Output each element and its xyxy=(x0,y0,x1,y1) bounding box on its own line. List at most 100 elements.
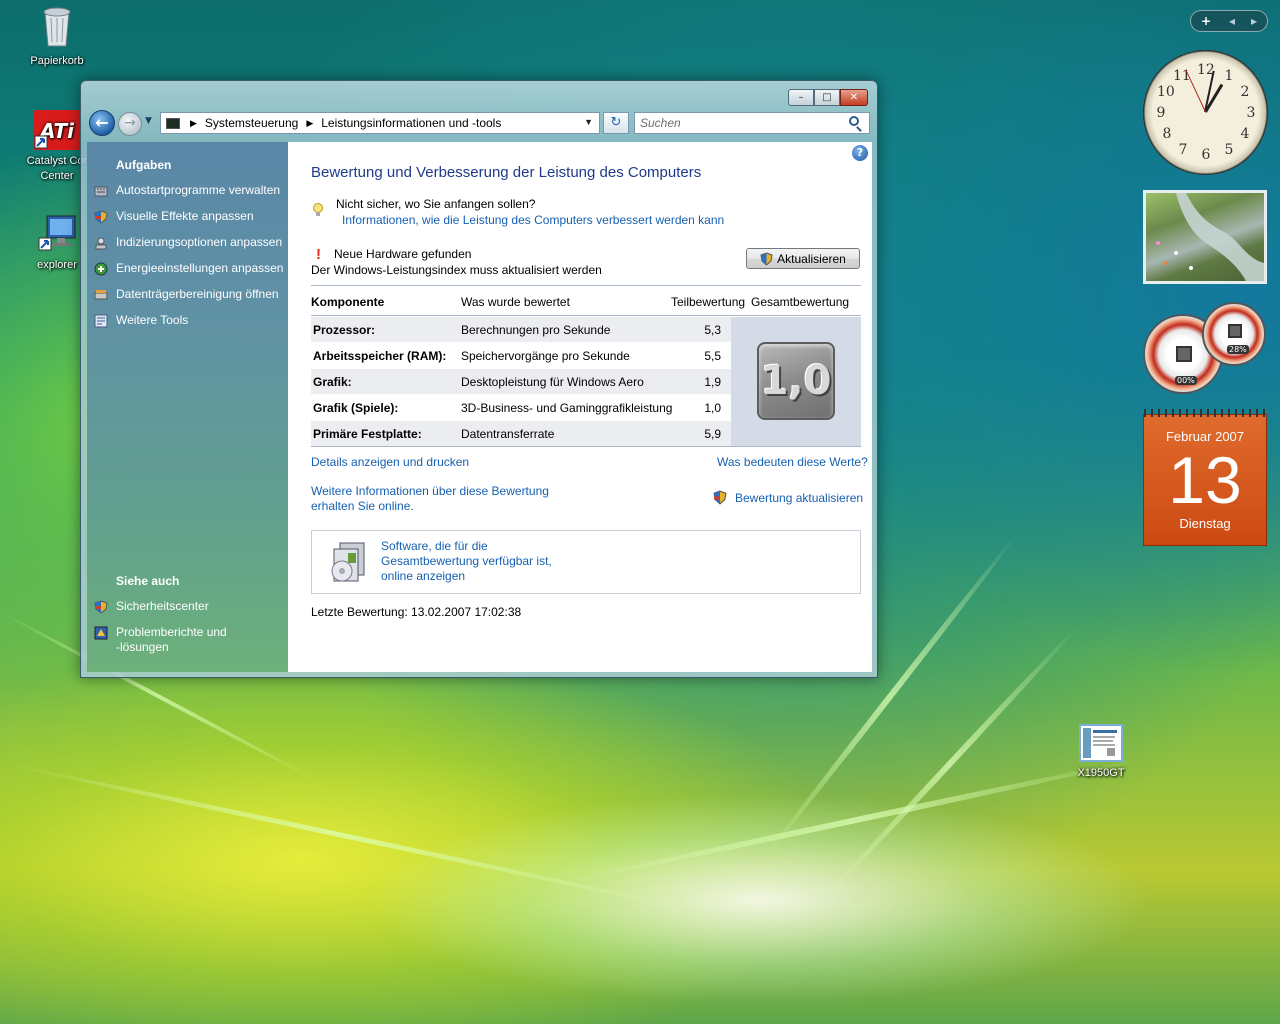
sidebar-item-label: Autostartprogramme verwalten xyxy=(116,183,281,197)
sidebar-item-security-center[interactable]: Sicherheitscenter xyxy=(94,599,289,614)
desktop-icon-label: X1950GT xyxy=(1077,767,1125,779)
component-name: Arbeitsspeicher (RAM): xyxy=(313,348,447,363)
component-name: Prozessor: xyxy=(313,322,376,337)
details-print-link[interactable]: Details anzeigen und drucken xyxy=(311,455,469,469)
sidebar-item-disk-cleanup[interactable]: Datenträgerbereinigung öffnen xyxy=(94,287,289,302)
ram-meter-gadget[interactable]: 28% xyxy=(1202,302,1266,366)
ram-chip-icon xyxy=(1228,324,1242,338)
address-bar[interactable]: ▶ Systemsteuerung ▶ Leistungsinformation… xyxy=(160,112,600,134)
address-dropdown-icon[interactable]: ▼ xyxy=(584,117,593,127)
subscore: 5,5 xyxy=(704,348,721,363)
calendar-weekday: Dienstag xyxy=(1179,516,1231,531)
sidebar-item-autostart[interactable]: Autostartprogramme verwalten xyxy=(94,183,289,198)
ati-logo-icon: ATi xyxy=(34,110,80,150)
clock-numeral: 6 xyxy=(1201,147,1211,163)
ram-usage-value: 28% xyxy=(1227,345,1249,354)
breadcrumb-systemsteuerung[interactable]: Systemsteuerung xyxy=(205,116,298,130)
component-name: Grafik: xyxy=(313,374,352,389)
sidebar-item-more-tools[interactable]: Weitere Tools xyxy=(94,313,289,328)
desktop-icon-label: Papierkorb xyxy=(30,55,84,67)
clock-numeral: 4 xyxy=(1240,126,1250,142)
see-also-heading: Siehe auch xyxy=(116,574,180,588)
sidebar-item-label: Weitere Tools xyxy=(116,313,189,327)
cpu-chip-icon xyxy=(1176,346,1192,362)
recent-pages-dropdown[interactable]: ▼ xyxy=(145,116,152,126)
add-gadget-button[interactable]: + xyxy=(1191,14,1221,28)
clock-numeral: 2 xyxy=(1240,84,1250,100)
table-row: Grafik (Spiele): 3D-Business- und Gaming… xyxy=(311,395,731,421)
rated-description: Berechnungen pro Sekunde xyxy=(461,322,611,337)
hardware-notice: Neue Hardware gefunden xyxy=(334,247,472,261)
performance-window: – □ ✕ ← → ▼ ▶ Systemsteuerung ▶ Leistung… xyxy=(80,80,878,678)
uac-shield-icon xyxy=(760,251,773,266)
control-panel-icon xyxy=(166,117,180,129)
component-name: Primäre Festplatte: xyxy=(313,426,422,441)
column-header-component: Komponente xyxy=(311,295,385,309)
last-rating-timestamp: Letzte Bewertung: 13.02.2007 17:02:38 xyxy=(311,605,522,619)
clock-numeral: 8 xyxy=(1162,126,1172,142)
rated-description: Speichervorgänge pro Sekunde xyxy=(461,348,630,363)
update-button[interactable]: Aktualisieren xyxy=(746,248,860,269)
sidebar-gadget-toolbar: + ◂ ▸ xyxy=(1190,10,1268,32)
disk-cleanup-icon xyxy=(94,290,108,300)
breadcrumb-separator-icon[interactable]: ▶ xyxy=(306,118,313,129)
hint-question: Nicht sicher, wo Sie anfangen sollen? xyxy=(336,197,536,211)
breadcrumb-separator-icon[interactable]: ▶ xyxy=(190,118,197,129)
rated-description: 3D-Business- und Gaminggrafikleistung xyxy=(461,400,673,415)
sidebar-item-label: Problemberichte und -lösungen xyxy=(116,625,227,654)
table-row: Arbeitsspeicher (RAM): Speichervorgänge … xyxy=(311,343,731,369)
sidebar-item-power[interactable]: Energieeinstellungen anpassen xyxy=(94,261,289,276)
column-header-subscore: Teilbewertung xyxy=(671,295,746,309)
update-button-label: Aktualisieren xyxy=(777,251,846,266)
computer-icon xyxy=(33,214,81,254)
close-button[interactable]: ✕ xyxy=(840,89,868,106)
minimize-button[interactable]: – xyxy=(788,89,814,106)
tools-icon xyxy=(94,314,108,328)
refresh-button[interactable]: ↻ xyxy=(603,112,629,134)
indexing-icon xyxy=(95,237,107,250)
lightbulb-icon xyxy=(313,203,323,216)
calendar-month: Februar 2007 xyxy=(1165,429,1245,444)
calendar-gadget[interactable]: Februar 2007 13 Dienstag xyxy=(1143,409,1268,546)
sidebar-item-problem-reports[interactable]: Problemberichte und -lösungen xyxy=(94,625,289,655)
column-header-basescore: Gesamtbewertung xyxy=(751,295,850,309)
software-box-icon xyxy=(331,542,365,582)
improve-performance-link[interactable]: Informationen, wie die Leistung des Comp… xyxy=(342,213,724,227)
clock-gadget[interactable]: 12 1 2 3 4 5 6 7 8 9 10 11 xyxy=(1143,50,1268,175)
sidebar-item-visual-effects[interactable]: Visuelle Effekte anpassen xyxy=(94,209,289,224)
back-button[interactable]: ← xyxy=(89,110,115,136)
base-score-panel: 1,0 xyxy=(731,317,861,447)
landscape-photo-icon xyxy=(1156,193,1264,281)
tasks-heading: Aufgaben xyxy=(116,158,172,172)
calendar-day: 13 xyxy=(1168,443,1242,517)
warning-icon: ! xyxy=(316,246,321,263)
desktop-icon-recycle-bin[interactable]: Papierkorb xyxy=(12,2,102,69)
forward-button[interactable]: → xyxy=(118,112,142,136)
help-icon[interactable]: ? xyxy=(852,145,868,161)
sidebar-item-indexing[interactable]: Indizierungsoptionen anpassen xyxy=(94,235,289,250)
search-input[interactable]: Suchen xyxy=(634,112,870,134)
base-score-badge: 1,0 xyxy=(757,342,835,420)
uac-shield-icon xyxy=(713,490,727,505)
desktop-icon-x1950gt[interactable]: X1950GT xyxy=(1056,724,1146,781)
meaning-link[interactable]: Was bedeuten diese Werte? xyxy=(717,455,868,469)
divider xyxy=(311,285,861,286)
task-pane: Aufgaben Autostartprogramme verwalten Vi… xyxy=(87,142,288,672)
slideshow-gadget[interactable] xyxy=(1143,190,1267,284)
next-gadget-button[interactable]: ▸ xyxy=(1243,14,1265,28)
recycle-bin-icon xyxy=(33,2,81,50)
subscore: 1,9 xyxy=(704,374,721,389)
sidebar-item-label: Indizierungsoptionen anpassen xyxy=(116,235,283,249)
previous-gadget-button[interactable]: ◂ xyxy=(1221,14,1243,28)
subscore: 5,3 xyxy=(704,322,721,337)
refresh-rating-link[interactable]: Bewertung aktualisieren xyxy=(735,491,863,505)
breadcrumb-leistungsinformationen[interactable]: Leistungsinformationen und -tools xyxy=(321,116,501,130)
software-online-link[interactable]: Software, die für die Gesamtbewertung ve… xyxy=(381,539,552,584)
index-notice: Der Windows-Leistungsindex muss aktualis… xyxy=(311,263,602,277)
rated-description: Datentransferrate xyxy=(461,426,555,441)
clock-numeral: 1 xyxy=(1224,68,1234,84)
maximize-button[interactable]: □ xyxy=(814,89,840,106)
search-icon[interactable] xyxy=(849,116,859,126)
clock-numeral: 10 xyxy=(1157,84,1175,100)
more-info-online-link[interactable]: Weitere Informationen über diese Bewertu… xyxy=(311,484,549,514)
